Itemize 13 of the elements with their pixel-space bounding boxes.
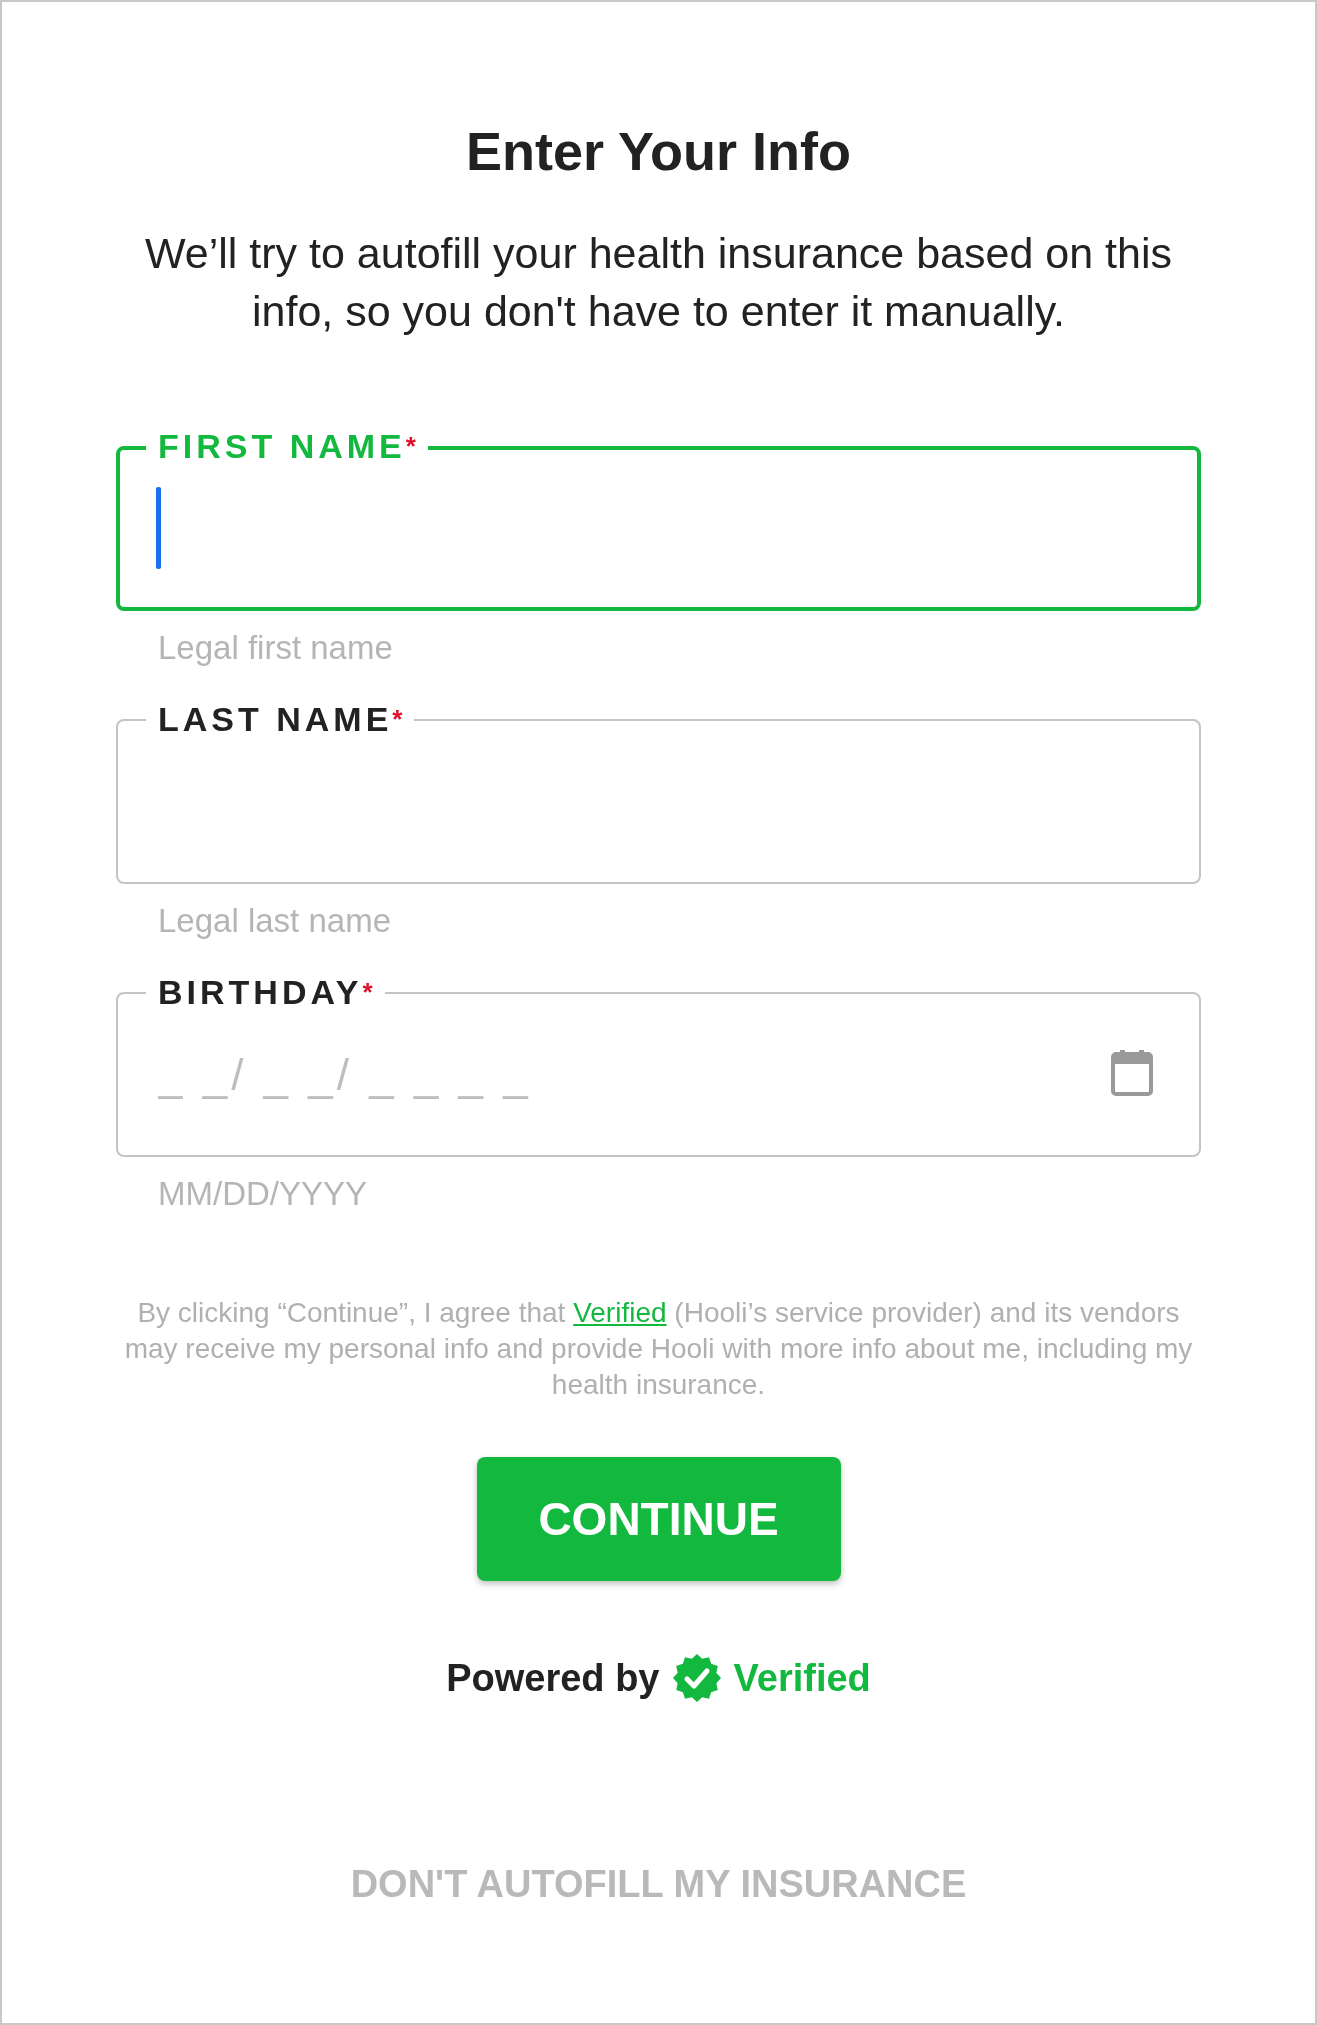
consent-text: By clicking “Continue”, I agree that Verified (Hooli’s service provider) and its vendors may receive my personal info and provide Hooli with more info about me, including my health insurance.: [123, 1296, 1194, 1402]
subtitle-text: We’ll try to autofill your health insurance based on this info, so you don't have to enter it manually.: [144, 228, 1173, 337]
page-title: Enter Your Info: [466, 120, 851, 182]
powered-by-text: Powered by: [446, 1656, 660, 1700]
verified-link[interactable]: Verified: [573, 1297, 667, 1328]
brand-name: Verified: [733, 1656, 871, 1700]
skip-link[interactable]: DON'T AUTOFILL MY INSURANCE: [350, 1863, 967, 1906]
helper-text: MM/DD/YYYY: [158, 1175, 369, 1213]
helper-text: Legal first name: [158, 629, 394, 667]
helper-text: Legal last name: [158, 902, 392, 940]
continue-button[interactable]: CONTINUE: [476, 1457, 841, 1581]
verified-badge-icon: [671, 1653, 722, 1703]
calendar-icon[interactable]: [1111, 1050, 1153, 1096]
